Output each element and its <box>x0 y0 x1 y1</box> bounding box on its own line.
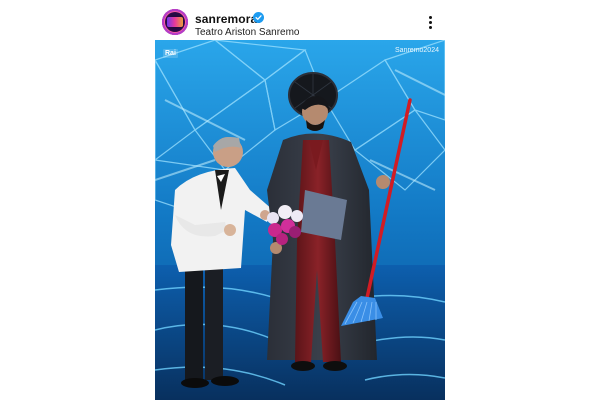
stage-scene <box>155 40 445 400</box>
account-avatar[interactable] <box>162 9 188 35</box>
more-dot-icon <box>428 16 432 19</box>
more-dot-icon <box>428 26 432 29</box>
verified-badge-icon <box>253 12 264 23</box>
more-dot-icon <box>428 21 432 24</box>
broadcaster-watermark: Rai <box>163 49 178 58</box>
post-location[interactable]: Teatro Ariston Sanremo <box>195 27 300 38</box>
post-header: sanremorai Teatro Ariston Sanremo <box>155 6 445 40</box>
account-name[interactable]: sanremorai <box>195 12 261 26</box>
post-photo[interactable]: Rai Sanremo2024 <box>155 40 445 400</box>
instagram-post: sanremorai Teatro Ariston Sanremo Rai Sa… <box>0 0 600 400</box>
more-options-button[interactable] <box>423 14 437 32</box>
story-ring <box>162 9 188 35</box>
event-watermark: Sanremo2024 <box>395 47 439 54</box>
